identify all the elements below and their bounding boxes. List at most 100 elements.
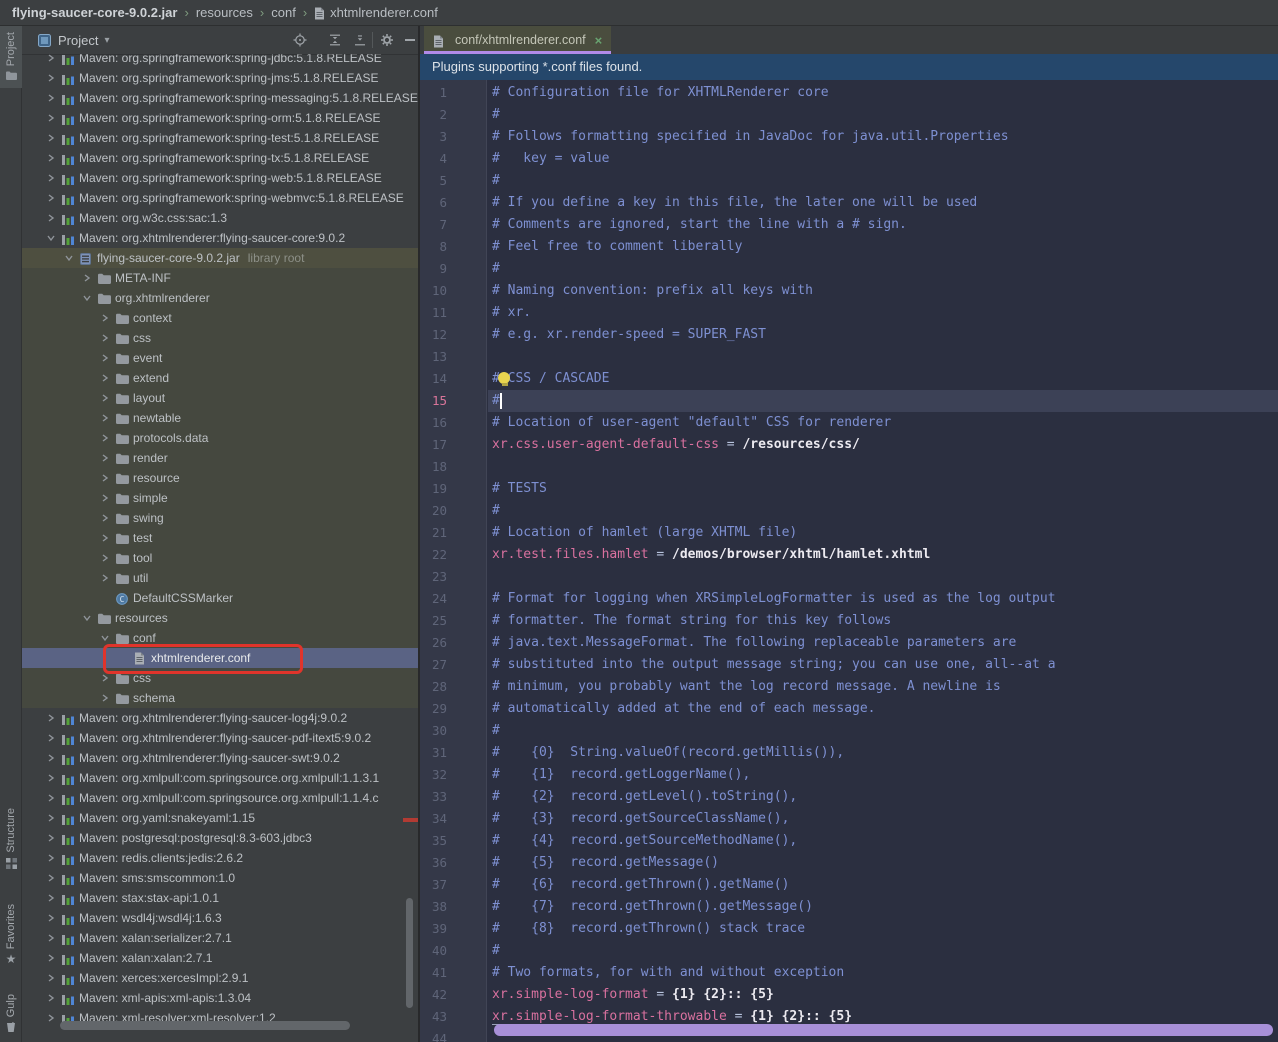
tree-row[interactable]: layout: [22, 388, 418, 408]
tree-row[interactable]: Maven: org.springframework:spring-webmvc…: [22, 188, 418, 208]
code-line[interactable]: 19# TESTS: [420, 478, 1278, 500]
code-line[interactable]: 13: [420, 346, 1278, 368]
tree-row[interactable]: event: [22, 348, 418, 368]
tree-row[interactable]: Maven: org.springframework:spring-web:5.…: [22, 168, 418, 188]
code-line[interactable]: 11# xr.: [420, 302, 1278, 324]
code-line[interactable]: 25# formatter. The format string for thi…: [420, 610, 1278, 632]
code-line[interactable]: 26# java.text.MessageFormat. The followi…: [420, 632, 1278, 654]
chevron-expanded-icon[interactable]: [45, 232, 57, 244]
chevron-collapsed-icon[interactable]: [99, 572, 111, 584]
tree-row[interactable]: newtable: [22, 408, 418, 428]
breadcrumb-item[interactable]: xhtmlrenderer.conf: [330, 5, 438, 20]
expand-all-button[interactable]: [328, 33, 342, 47]
tree-row[interactable]: Maven: postgresql:postgresql:8.3-603.jdb…: [22, 828, 418, 848]
tool-button-structure[interactable]: Structure: [0, 802, 22, 877]
chevron-collapsed-icon[interactable]: [99, 312, 111, 324]
tree-row[interactable]: resources: [22, 608, 418, 628]
chevron-collapsed-icon[interactable]: [99, 412, 111, 424]
tree-row[interactable]: Maven: org.xhtmlrenderer:flying-saucer-l…: [22, 708, 418, 728]
code-line[interactable]: 37# {6} record.getThrown().getName(): [420, 874, 1278, 896]
tree-row[interactable]: META-INF: [22, 268, 418, 288]
code-line[interactable]: 38# {7} record.getThrown().getMessage(): [420, 896, 1278, 918]
chevron-collapsed-icon[interactable]: [45, 812, 57, 824]
intention-bulb-icon[interactable]: [498, 372, 511, 385]
collapse-all-button[interactable]: [353, 33, 367, 47]
chevron-collapsed-icon[interactable]: [45, 1012, 57, 1024]
close-icon[interactable]: ×: [595, 33, 603, 48]
tool-button-favorites[interactable]: Favorites ★: [0, 898, 22, 970]
tree-row[interactable]: Maven: redis.clients:jedis:2.6.2: [22, 848, 418, 868]
code-line[interactable]: 42xr.simple-log-format = {1} {2}:: {5}: [420, 984, 1278, 1006]
hide-panel-button[interactable]: [403, 33, 417, 47]
project-panel-title[interactable]: Project: [58, 33, 98, 48]
chevron-collapsed-icon[interactable]: [45, 172, 57, 184]
chevron-collapsed-icon[interactable]: [45, 712, 57, 724]
code-line[interactable]: 33# {2} record.getLevel().toString(),: [420, 786, 1278, 808]
code-line[interactable]: 34# {3} record.getSourceClassName(),: [420, 808, 1278, 830]
tree-row[interactable]: Maven: xml-apis:xml-apis:1.3.04: [22, 988, 418, 1008]
chevron-collapsed-icon[interactable]: [45, 732, 57, 744]
editor-horizontal-scrollbar[interactable]: [494, 1024, 1273, 1036]
chevron-collapsed-icon[interactable]: [45, 212, 57, 224]
code-line[interactable]: 8# Feel free to comment liberally: [420, 236, 1278, 258]
code-line[interactable]: 31# {0} String.valueOf(record.getMillis(…: [420, 742, 1278, 764]
code-line[interactable]: 41# Two formats, for with and without ex…: [420, 962, 1278, 984]
code-line[interactable]: 17xr.css.user-agent-default-css = /resou…: [420, 434, 1278, 456]
chevron-expanded-icon[interactable]: [81, 292, 93, 304]
tree-row[interactable]: render: [22, 448, 418, 468]
code-line[interactable]: 6# If you define a key in this file, the…: [420, 192, 1278, 214]
chevron-expanded-icon[interactable]: [63, 252, 75, 264]
chevron-collapsed-icon[interactable]: [99, 552, 111, 564]
chevron-collapsed-icon[interactable]: [99, 532, 111, 544]
code-line[interactable]: 2#: [420, 104, 1278, 126]
code-line[interactable]: 7# Comments are ignored, start the line …: [420, 214, 1278, 236]
tree-row[interactable]: test: [22, 528, 418, 548]
tree-row[interactable]: Maven: org.xhtmlrenderer:flying-saucer-p…: [22, 728, 418, 748]
tree-row[interactable]: Maven: org.xhtmlrenderer:flying-saucer-s…: [22, 748, 418, 768]
locate-file-button[interactable]: [293, 33, 307, 47]
breadcrumb-item[interactable]: conf: [271, 5, 296, 20]
tree-row[interactable]: context: [22, 308, 418, 328]
code-line[interactable]: 9#: [420, 258, 1278, 280]
chevron-collapsed-icon[interactable]: [45, 72, 57, 84]
tree-row[interactable]: flying-saucer-core-9.0.2.jarlibrary root: [22, 248, 418, 268]
code-line[interactable]: 22xr.test.files.hamlet = /demos/browser/…: [420, 544, 1278, 566]
tree-row[interactable]: Maven: sms:smscommon:1.0: [22, 868, 418, 888]
tree-vertical-scrollbar[interactable]: [406, 898, 413, 1008]
tree-row[interactable]: Maven: xalan:xalan:2.7.1: [22, 948, 418, 968]
chevron-collapsed-icon[interactable]: [45, 892, 57, 904]
tab-xhtmlrenderer-conf[interactable]: conf/xhtmlrenderer.conf ×: [424, 26, 611, 54]
chevron-expanded-icon[interactable]: [99, 632, 111, 644]
code-line[interactable]: 27# substituted into the output message …: [420, 654, 1278, 676]
tree-row[interactable]: simple: [22, 488, 418, 508]
chevron-collapsed-icon[interactable]: [45, 832, 57, 844]
tree-row[interactable]: Maven: org.springframework:spring-messag…: [22, 88, 418, 108]
tree-row[interactable]: Maven: xerces:xercesImpl:2.9.1: [22, 968, 418, 988]
chevron-collapsed-icon[interactable]: [45, 992, 57, 1004]
tree-row[interactable]: schema: [22, 688, 418, 708]
chevron-collapsed-icon[interactable]: [45, 772, 57, 784]
tree-row[interactable]: CDefaultCSSMarker: [22, 588, 418, 608]
panel-editor-splitter[interactable]: [418, 26, 420, 1042]
chevron-collapsed-icon[interactable]: [45, 752, 57, 764]
tree-row[interactable]: Maven: wsdl4j:wsdl4j:1.6.3: [22, 908, 418, 928]
chevron-collapsed-icon[interactable]: [45, 972, 57, 984]
chevron-collapsed-icon[interactable]: [99, 432, 111, 444]
code-line[interactable]: 23: [420, 566, 1278, 588]
chevron-collapsed-icon[interactable]: [99, 352, 111, 364]
code-line[interactable]: 36# {5} record.getMessage(): [420, 852, 1278, 874]
chevron-down-icon[interactable]: ▾: [104, 35, 109, 46]
code-line[interactable]: 29# automatically added at the end of ea…: [420, 698, 1278, 720]
tool-button-project[interactable]: Project: [0, 26, 22, 88]
tree-row[interactable]: Maven: org.yaml:snakeyaml:1.15: [22, 808, 418, 828]
code-line[interactable]: 4# key = value: [420, 148, 1278, 170]
code-line[interactable]: 21# Location of hamlet (large XHTML file…: [420, 522, 1278, 544]
tree-row[interactable]: Maven: org.xhtmlrenderer:flying-saucer-c…: [22, 228, 418, 248]
chevron-collapsed-icon[interactable]: [45, 952, 57, 964]
code-line[interactable]: 28# minimum, you probably want the log r…: [420, 676, 1278, 698]
chevron-collapsed-icon[interactable]: [45, 872, 57, 884]
code-line[interactable]: 3# Follows formatting specified in JavaD…: [420, 126, 1278, 148]
tree-row[interactable]: org.xhtmlrenderer: [22, 288, 418, 308]
chevron-collapsed-icon[interactable]: [99, 472, 111, 484]
chevron-expanded-icon[interactable]: [81, 612, 93, 624]
